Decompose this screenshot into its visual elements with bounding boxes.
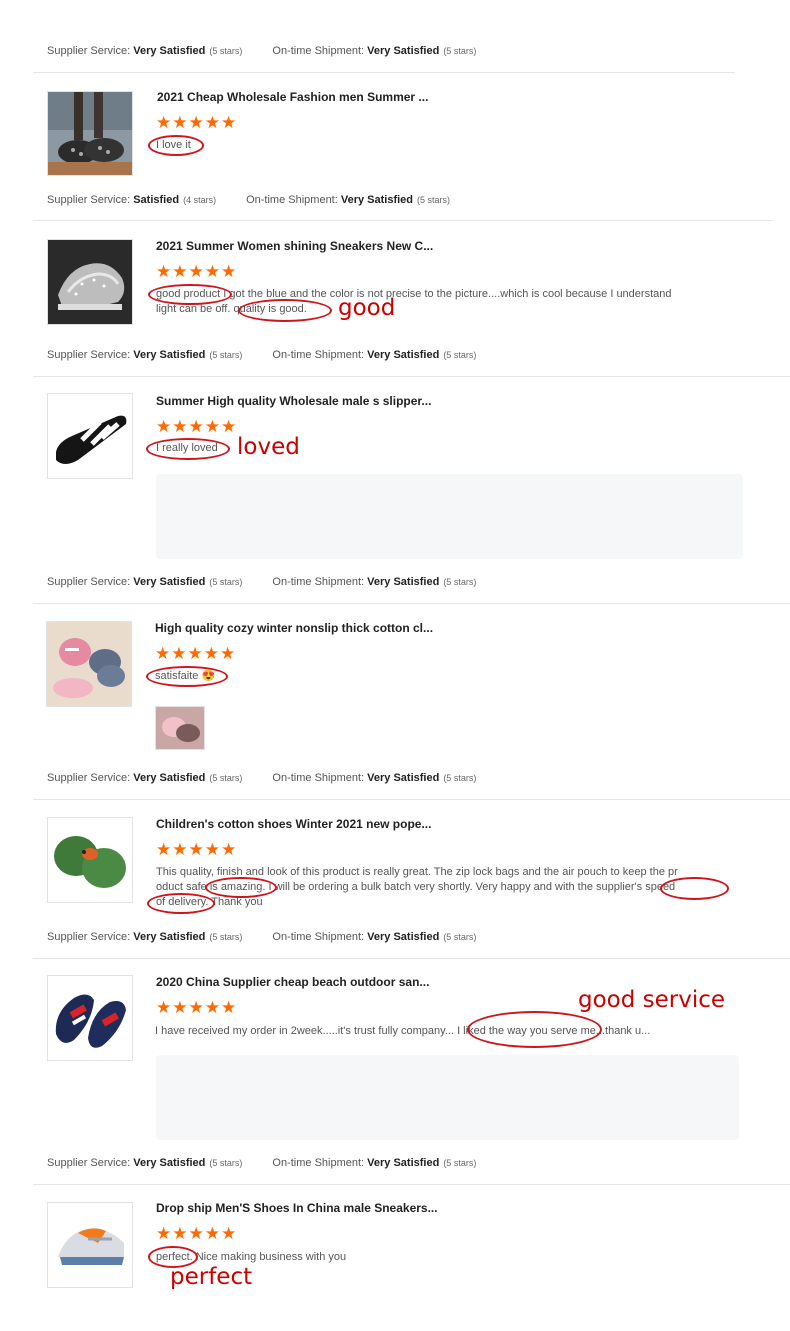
handwritten-annotation: good [338,295,396,321]
product-title[interactable]: 2021 Summer Women shining Sneakers New C… [156,239,433,253]
review-media-placeholder [156,1055,739,1140]
product-title[interactable]: 2021 Cheap Wholesale Fashion men Summer … [157,90,428,104]
product-title[interactable]: 2020 China Supplier cheap beach outdoor … [156,975,429,989]
product-thumbnail[interactable] [46,621,132,707]
rating-row: Supplier Service: Very Satisfied (5 stars… [47,349,477,361]
highlight-ellipse [147,893,215,914]
sandal-photo [48,92,132,175]
product-title[interactable]: High quality cozy winter nonslip thick c… [155,621,433,635]
divider [33,72,735,73]
product-title[interactable]: Children's cotton shoes Winter 2021 new … [156,817,431,831]
product-thumbnail[interactable] [47,975,133,1061]
product-title[interactable]: Drop ship Men'S Shoes In China male Snea… [156,1201,438,1215]
product-title[interactable]: Summer High quality Wholesale male s sli… [156,394,431,408]
highlight-ellipse [148,284,232,305]
rating-row: Supplier Service: Very Satisfied (5 stars… [47,45,477,57]
star-rating: ★★★★★ [156,998,238,1017]
men-sneaker-photo [48,1203,132,1287]
highlight-ellipse [467,1011,602,1048]
rating-row: Supplier Service: Very Satisfied (5 stars… [47,576,477,588]
beach-sandal-photo [48,976,132,1060]
highlight-ellipse [205,877,277,898]
divider [33,603,790,604]
rating-row: Supplier Service: Very Satisfied (5 stars… [47,772,477,784]
divider [33,799,790,800]
divider [33,1184,790,1185]
product-thumbnail[interactable] [47,91,133,176]
handwritten-annotation: loved [237,434,300,460]
rating-row: Supplier Service: Very Satisfied (5 stars… [47,1157,477,1169]
star-rating: ★★★★★ [156,262,238,281]
winter-slippers-photo [47,622,131,706]
review-media-placeholder [156,474,743,559]
product-thumbnail[interactable] [47,393,133,479]
star-rating: ★★★★★ [156,113,238,132]
handwritten-annotation: perfect [170,1264,253,1290]
review-photo-image [156,707,204,749]
rating-row: Supplier Service: Very Satisfied (5 stars… [47,931,477,943]
highlight-ellipse [238,299,332,322]
star-rating: ★★★★★ [155,644,237,663]
divider [33,220,773,221]
sneaker-photo [48,240,132,324]
highlight-ellipse [148,135,204,156]
product-thumbnail[interactable] [47,817,133,903]
highlight-ellipse [146,666,228,687]
divider [33,958,790,959]
product-thumbnail[interactable] [47,1202,133,1288]
handwritten-annotation: good service [578,987,726,1013]
highlight-ellipse [660,877,729,900]
review-photo[interactable] [155,706,205,750]
star-rating: ★★★★★ [156,1224,238,1243]
rating-row: Supplier Service: Satisfied (4 stars) On-t… [47,194,451,206]
green-slippers-photo [48,818,132,902]
divider [33,376,790,377]
star-rating: ★★★★★ [156,840,238,859]
highlight-ellipse [146,438,230,460]
slipper-photo [48,394,132,478]
product-thumbnail[interactable] [47,239,133,325]
star-rating: ★★★★★ [156,417,238,436]
